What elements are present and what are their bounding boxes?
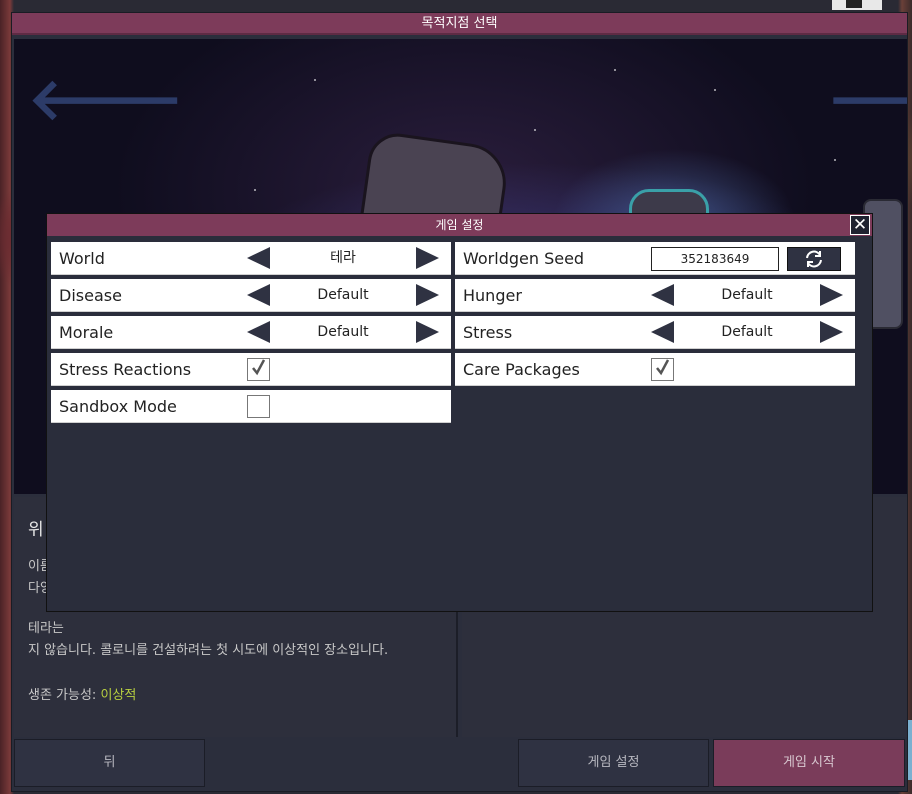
setting-label: World	[59, 249, 105, 268]
care-packages-checkbox[interactable]	[651, 358, 674, 381]
back-button[interactable]: 뒤	[14, 739, 205, 787]
randomize-seed-button[interactable]	[787, 247, 841, 271]
destination-description-2: 테라는 지 않습니다. 콜로니를 건설하려는 첫 시도에 이상적인 장소입니다.	[28, 621, 389, 658]
arrow-left-icon[interactable]	[651, 284, 674, 306]
survival-value: 이상적	[100, 688, 137, 703]
window-title: 목적지점 선택	[12, 13, 907, 35]
setting-label: Sandbox Mode	[59, 397, 177, 416]
worldgen-seed-input[interactable]: 352183649	[651, 247, 779, 271]
setting-row-care-packages: Care Packages	[455, 353, 855, 386]
refresh-icon	[806, 250, 822, 268]
setting-label: Worldgen Seed	[463, 249, 585, 268]
arrow-left-icon[interactable]	[247, 284, 270, 306]
arrow-right-icon[interactable]: 🡒	[827, 70, 907, 128]
setting-row-stress: Stress Default	[455, 316, 855, 349]
bottom-button-bar: 뒤 게임 설정 게임 시작	[12, 739, 907, 791]
arrow-left-icon[interactable]	[247, 247, 270, 269]
sandbox-mode-checkbox[interactable]	[247, 395, 270, 418]
arrow-left-icon[interactable]	[247, 321, 270, 343]
setting-row-worldgen-seed: Worldgen Seed 352183649	[455, 242, 855, 275]
setting-label: Stress	[463, 323, 513, 342]
setting-row-morale: Morale Default	[51, 316, 451, 349]
setting-label: Morale	[59, 323, 114, 342]
setting-label: Disease	[59, 286, 122, 305]
setting-value: Default	[721, 287, 773, 303]
dialog-title: 게임 설정	[47, 214, 872, 236]
setting-value: 테라	[330, 250, 356, 266]
setting-row-sandbox-mode: Sandbox Mode	[51, 390, 451, 423]
checkmark-icon	[252, 359, 265, 376]
arrow-left-icon[interactable]: 🡐	[28, 70, 184, 128]
background-detail	[846, 0, 862, 8]
arrow-right-icon[interactable]	[820, 284, 843, 306]
setting-label: Stress Reactions	[59, 360, 192, 379]
checkmark-icon	[656, 359, 669, 376]
setting-value: Default	[317, 324, 369, 340]
setting-row-hunger: Hunger Default	[455, 279, 855, 312]
game-settings-button[interactable]: 게임 설정	[518, 739, 709, 787]
setting-value: Default	[317, 287, 369, 303]
arrow-right-icon[interactable]	[416, 284, 439, 306]
survival-rating: 생존 가능성: 이상적	[28, 688, 137, 703]
start-game-button[interactable]: 게임 시작	[713, 739, 905, 787]
setting-row-disease: Disease Default	[51, 279, 451, 312]
setting-row-stress-reactions: Stress Reactions	[51, 353, 451, 386]
setting-label: Hunger	[463, 286, 522, 305]
setting-row-world: World 테라	[51, 242, 451, 275]
setting-value: Default	[721, 324, 773, 340]
close-icon[interactable]: ✕	[850, 215, 870, 235]
stress-reactions-checkbox[interactable]	[247, 358, 270, 381]
arrow-right-icon[interactable]	[416, 247, 439, 269]
game-settings-dialog: 게임 설정 ✕ World 테라 Disease Default Morale …	[46, 213, 873, 612]
arrow-right-icon[interactable]	[820, 321, 843, 343]
arrow-left-icon[interactable]	[651, 321, 674, 343]
arrow-right-icon[interactable]	[416, 321, 439, 343]
setting-label: Care Packages	[463, 360, 580, 379]
